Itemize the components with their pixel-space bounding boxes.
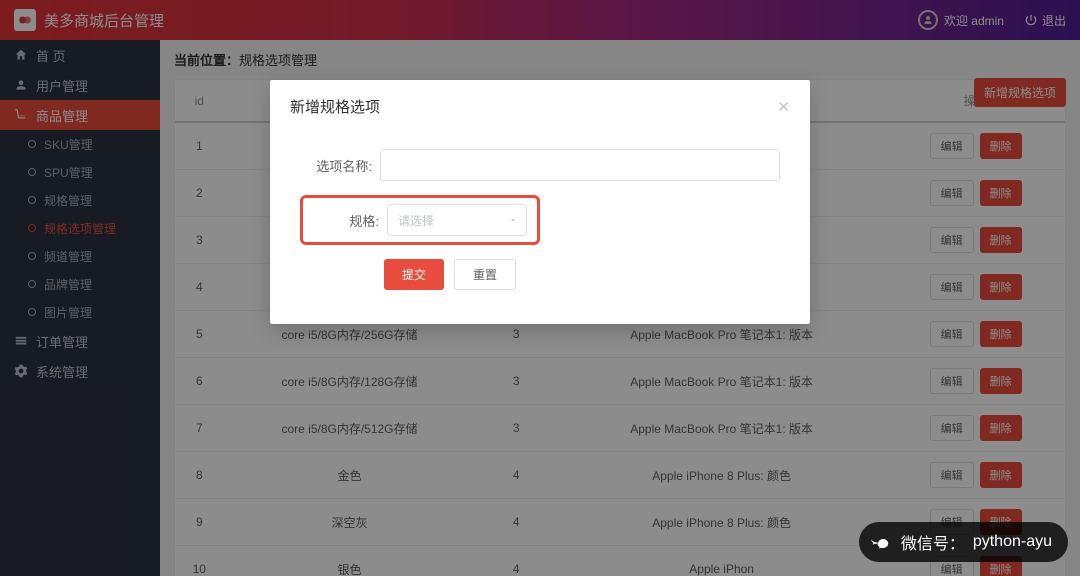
dialog-close-button[interactable]: ✕ [777, 98, 790, 116]
dialog-title: 新增规格选项 [290, 96, 380, 117]
wechat-badge: 微信号： python-ayu [859, 522, 1068, 562]
add-spec-option-dialog: 新增规格选项 ✕ 选项名称: 规格: 请选择 提交 重置 [270, 80, 810, 324]
wechat-icon [869, 530, 893, 554]
wechat-id: python-ayu [973, 533, 1052, 551]
label-option-name: 选项名称: [300, 156, 380, 175]
reset-button[interactable]: 重置 [454, 259, 516, 290]
chevron-down-icon [508, 215, 518, 225]
spec-select[interactable]: 请选择 [387, 204, 527, 236]
option-name-input[interactable] [380, 149, 780, 181]
select-placeholder: 请选择 [398, 212, 434, 229]
submit-button[interactable]: 提交 [384, 259, 444, 290]
spec-field-highlight: 规格: 请选择 [300, 195, 540, 245]
wechat-label: 微信号： [901, 530, 965, 554]
label-spec: 规格: [307, 211, 387, 230]
